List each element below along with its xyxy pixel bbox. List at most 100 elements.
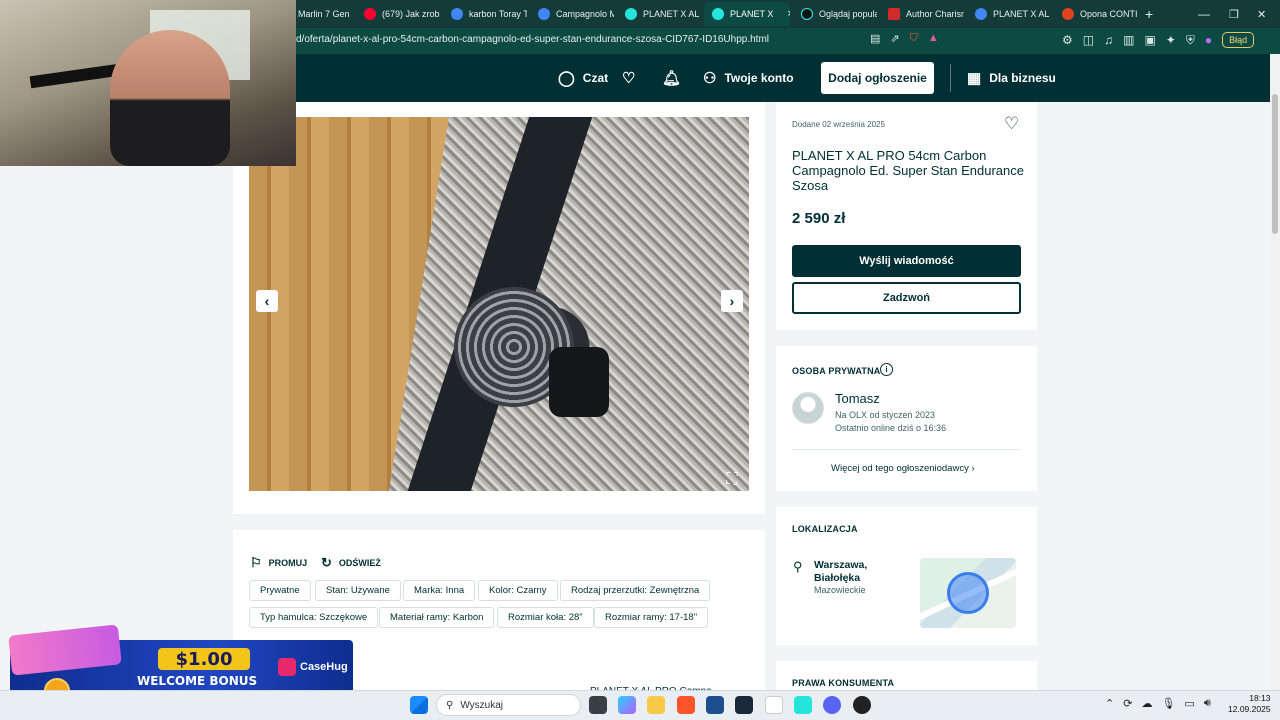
seller-section-label: OSOBA PRYWATNA	[792, 366, 881, 376]
tag-chip[interactable]: Rozmiar ramy: 17-18"	[594, 607, 709, 628]
ad-skin-graphic	[8, 624, 122, 676]
music-icon[interactable]: ♫	[1104, 33, 1113, 47]
taskbar-search-placeholder: Wyszukaj	[460, 699, 504, 711]
tab-karbon[interactable]: karbon Toray T	[443, 2, 527, 26]
tag-chip[interactable]: Kolor: Czarny	[478, 580, 558, 601]
tab-label: Opona CONTIN	[1080, 9, 1138, 19]
tab-author[interactable]: Author Charism	[880, 2, 964, 26]
tag-chip[interactable]: Rodzaj przerzutki: Zewnętrzna	[560, 580, 711, 601]
url-text[interactable]: d/oferta/planet-x-al-pro-54cm-carbon-cam…	[296, 34, 769, 45]
taskbar-search[interactable]: ⚲ Wyszukaj	[436, 694, 581, 716]
new-tab-button[interactable]: +	[1145, 0, 1153, 28]
seller-name[interactable]: Tomasz	[835, 391, 880, 406]
refresh-icon: ↻	[321, 555, 332, 570]
obs-icon[interactable]	[853, 696, 871, 714]
taskbar-clock[interactable]: 18:13 12.09.2025	[1228, 693, 1271, 715]
tag-chip[interactable]: Marka: Inna	[403, 580, 476, 601]
display-icon[interactable]: ▭	[1184, 697, 1194, 710]
consumer-rights-label: PRAWA KONSUMENTA	[792, 678, 895, 688]
promote-action[interactable]: ⚐ PROMUJ	[250, 555, 307, 571]
copilot-icon[interactable]	[618, 696, 636, 714]
info-icon[interactable]: i	[880, 363, 893, 376]
tab-tiktok[interactable]: Oglądaj popula	[793, 2, 877, 26]
favorites-link[interactable]: ♡	[622, 54, 635, 102]
favorite-heart-icon[interactable]: ♡	[1004, 114, 1019, 134]
wallet-icon[interactable]: ▣	[1144, 33, 1155, 47]
tag-chip[interactable]: Materiał ramy: Karbon	[379, 607, 495, 628]
minimize-button[interactable]: —	[1198, 0, 1210, 28]
call-button[interactable]: Zadzwoń	[792, 282, 1021, 314]
ai-icon[interactable]: ✦	[1166, 33, 1176, 47]
avatar[interactable]	[792, 392, 824, 424]
seller-since: Na OLX od styczeń 2023	[835, 410, 936, 420]
gallery-prev-button[interactable]: ‹	[256, 290, 278, 312]
sync-icon[interactable]: ⟳	[1123, 697, 1132, 710]
restore-button[interactable]: ❐	[1229, 0, 1239, 28]
file-explorer-icon[interactable]	[647, 696, 665, 714]
tab-marlin[interactable]: Marlin 7 Gen 2	[290, 2, 352, 26]
location-pin-icon: ⚲	[793, 559, 803, 574]
more-from-seller-label: Więcej od tego ogłoszeniodawcy	[831, 463, 969, 474]
add-listing-button[interactable]: Dodaj ogłoszenie	[821, 62, 934, 94]
notepad-icon[interactable]	[765, 696, 783, 714]
scrollbar-thumb[interactable]	[1272, 94, 1278, 234]
tab-label: PLANET X AL P	[643, 9, 701, 19]
ad-banner[interactable]: $1.00 WELCOME BONUS CaseHug	[8, 624, 353, 704]
chat-link[interactable]: ◯ Czat	[558, 54, 608, 102]
listing-photo[interactable]	[249, 117, 749, 491]
notifications-link[interactable]: 🔔︎	[662, 54, 681, 102]
close-window-button[interactable]: ✕	[1257, 0, 1266, 28]
extensions-icon[interactable]: ⚙	[1062, 33, 1073, 47]
tab-youtube[interactable]: (679) Jak zrobić	[356, 2, 440, 26]
user-icon: ⚇	[703, 70, 717, 87]
tab-label: (679) Jak zrobić	[382, 9, 440, 19]
store-icon[interactable]	[706, 696, 724, 714]
screenshot-icon[interactable]: ◫	[1083, 33, 1094, 47]
tab-campagnolo[interactable]: Campagnolo M	[530, 2, 614, 26]
refresh-action[interactable]: ↻ ODŚWIEŻ	[321, 555, 381, 571]
tab-close-icon[interactable]: ×	[787, 8, 790, 20]
brave-browser-icon[interactable]	[677, 696, 695, 714]
error-badge[interactable]: Błąd	[1222, 32, 1255, 48]
more-from-seller-link[interactable]: Więcej od tego ogłoszeniodawcy ›	[831, 463, 975, 474]
brave-shield-icon[interactable]: ⛉	[910, 32, 918, 45]
photo-background	[249, 117, 449, 491]
vpn-icon[interactable]: ⛨	[1186, 33, 1195, 48]
tag-chip[interactable]: Typ hamulca: Szczękowe	[249, 607, 379, 628]
tag-chip[interactable]: Rozmiar koła: 28"	[497, 607, 594, 628]
sidebar-icon[interactable]: ▥	[1123, 33, 1134, 47]
windows-start-icon[interactable]	[410, 696, 428, 714]
windows-taskbar	[0, 690, 1280, 720]
profile-icon[interactable]: ●	[1205, 33, 1212, 47]
tab-planet-x-2[interactable]: PLANET X AL P	[967, 2, 1051, 26]
account-link[interactable]: ⚇ Twoje konto	[703, 54, 794, 102]
browser-active-icon[interactable]	[794, 696, 812, 714]
gallery-next-button[interactable]: ›	[721, 290, 743, 312]
header-divider	[950, 64, 951, 92]
listing-price: 2 590 zł	[792, 210, 846, 227]
location-map[interactable]	[920, 558, 1016, 628]
casehug-logo-icon	[278, 658, 296, 676]
tag-chip[interactable]: Stan: Używane	[315, 580, 401, 601]
volume-icon[interactable]: 🔊︎	[1204, 697, 1211, 710]
microphone-icon[interactable]: 🎙︎	[1161, 697, 1175, 710]
send-message-button[interactable]: Wyślij wiadomość	[792, 245, 1021, 277]
extension-toolbar: ⚙ ◫ ♫ ▥ ▣ ✦ ⛨ ● Błąd	[1062, 32, 1255, 48]
business-link[interactable]: ▦ Dla biznesu	[967, 54, 1056, 102]
cloud-icon[interactable]: ☁	[1141, 697, 1152, 710]
steam-icon[interactable]	[735, 696, 753, 714]
task-view-icon[interactable]	[589, 696, 607, 714]
chevron-up-icon[interactable]: ⌃	[1105, 697, 1114, 710]
tab-planet-x-active[interactable]: PLANET X ×	[704, 2, 790, 26]
location-region: Mazowieckie	[814, 585, 866, 595]
olx-icon	[712, 8, 724, 20]
tab-opona[interactable]: Opona CONTIN	[1054, 2, 1138, 26]
reader-mode-icon[interactable]: ▤	[870, 32, 880, 45]
tag-chip[interactable]: Prywatne	[249, 580, 311, 601]
business-label: Dla biznesu	[989, 71, 1056, 85]
tab-planet-x-1[interactable]: PLANET X AL P	[617, 2, 701, 26]
brave-rewards-icon[interactable]: ▲	[928, 32, 939, 45]
discord-icon[interactable]	[823, 696, 841, 714]
share-icon[interactable]: ⇗	[890, 32, 899, 45]
fullscreen-icon[interactable]: ⛶	[721, 470, 743, 490]
